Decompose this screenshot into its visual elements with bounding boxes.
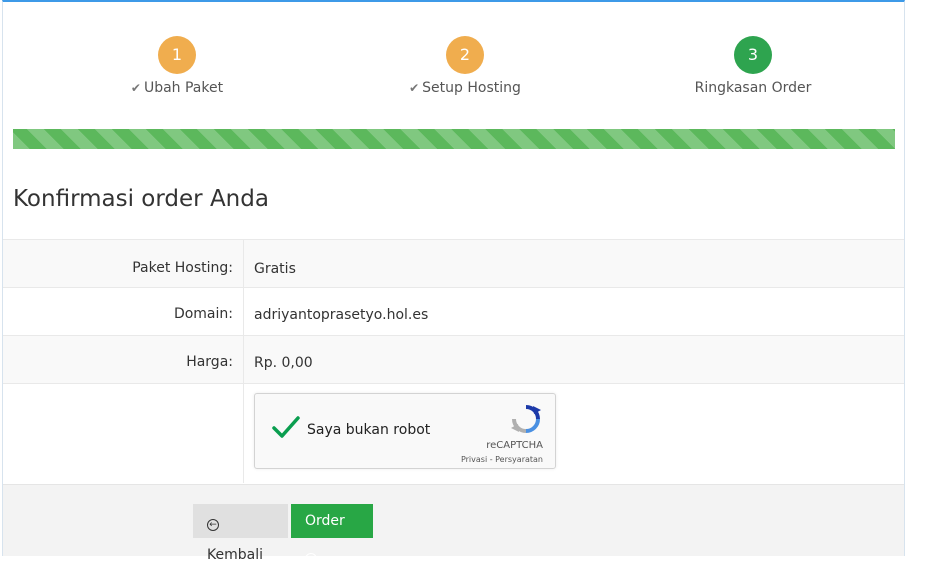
step-1-number: 1 (158, 36, 196, 74)
step-1: 1 ✔ Ubah Paket (77, 36, 277, 96)
back-button[interactable]: ← Kembali (193, 504, 288, 563)
step-3-label: Ringkasan Order (694, 80, 812, 96)
step-2-label: Setup Hosting (422, 80, 521, 96)
checkmark-icon: ✔ (409, 81, 420, 95)
order-summary-table: Paket Hosting: Gratis Domain: adriyantop… (3, 239, 904, 483)
checkmark-icon[interactable] (271, 414, 301, 440)
step-indicator: 1 ✔ Ubah Paket 2 ✔ Setup Hosting 3 Ringkas… (3, 2, 904, 122)
form-actions: ← Kembali Order → (3, 484, 904, 565)
recaptcha-widget[interactable]: Saya bukan robot reCAPTCHA Privasi - Per… (254, 393, 556, 469)
circle-arrow-left-icon: ← (207, 519, 219, 531)
step-1-label: Ubah Paket (143, 80, 224, 96)
row-value: Gratis (254, 261, 296, 277)
step-3: 3 Ringkasan Order (653, 36, 853, 96)
table-row: Paket Hosting: Gratis (3, 239, 904, 287)
back-button-label: Kembali (207, 547, 263, 563)
captcha-terms-link[interactable]: Privasi - Persyaratan (461, 455, 543, 464)
row-value: adriyantoprasetyo.hol.es (254, 307, 429, 323)
page-title: Konfirmasi order Anda (13, 186, 269, 212)
table-row: Harga: Rp. 0,00 (3, 335, 904, 383)
row-label: Domain: (173, 306, 233, 322)
row-label: Paket Hosting: (132, 260, 233, 276)
recaptcha-logo-icon (511, 405, 541, 433)
step-2-number: 2 (446, 36, 484, 74)
captcha-label: Saya bukan robot (307, 422, 431, 438)
captcha-brand: reCAPTCHA (486, 440, 543, 451)
order-button-label: Order (305, 513, 345, 529)
checkmark-icon: ✔ (130, 81, 141, 95)
row-value: Rp. 0,00 (254, 355, 313, 371)
step-3-number: 3 (734, 36, 772, 74)
row-label: Harga: (186, 354, 233, 370)
circle-arrow-right-icon: → (305, 553, 317, 565)
step-2: 2 ✔ Setup Hosting (365, 36, 565, 96)
table-row: Domain: adriyantoprasetyo.hol.es (3, 287, 904, 335)
progress-bar (13, 129, 895, 149)
order-panel: 1 ✔ Ubah Paket 2 ✔ Setup Hosting 3 Ringkas… (2, 0, 905, 565)
order-button[interactable]: Order → (291, 504, 373, 565)
